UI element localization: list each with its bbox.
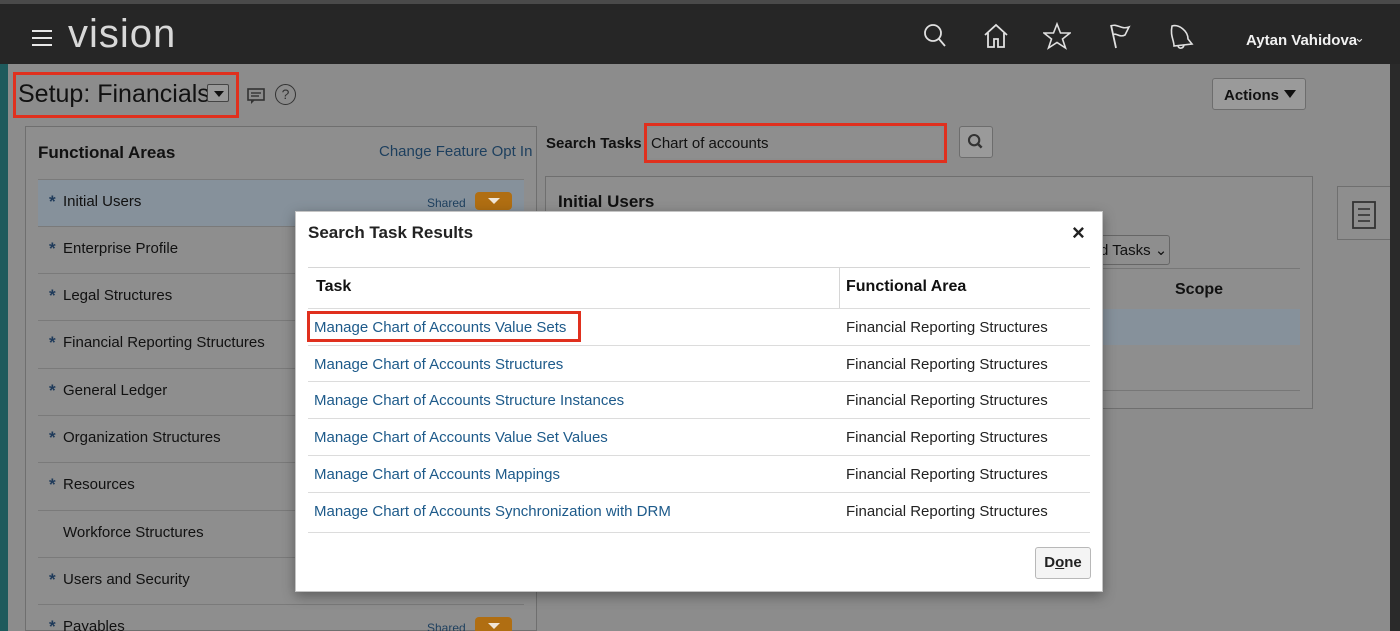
search-button[interactable] — [959, 126, 993, 158]
table-row: Manage Chart of Accounts Structure Insta… — [308, 381, 1090, 418]
table-divider — [1100, 268, 1300, 269]
table-row: Manage Chart of Accounts Structures Fina… — [308, 345, 1090, 382]
table-divider — [1100, 390, 1300, 391]
functional-area-cell: Financial Reporting Structures — [846, 392, 1048, 409]
shared-menu-button[interactable] — [475, 617, 512, 631]
search-icon[interactable] — [921, 22, 949, 50]
required-icon: * — [49, 286, 56, 305]
search-tasks-input[interactable] — [649, 128, 941, 158]
actions-button[interactable]: Actions — [1212, 78, 1306, 110]
functional-area-label: Financial Reporting Structures — [63, 334, 265, 351]
shared-label: Shared — [427, 196, 466, 210]
task-list-title: Initial Users — [558, 192, 655, 211]
table-row: Manage Chart of Accounts Value Set Value… — [308, 418, 1090, 455]
required-icon: * — [49, 475, 56, 494]
actions-label: Actions — [1224, 87, 1280, 104]
search-icon — [967, 133, 983, 149]
search-tasks-label: Search Tasks — [546, 135, 642, 152]
functional-area-label: Workforce Structures — [63, 524, 204, 541]
help-icon[interactable]: ? — [275, 84, 296, 105]
app-logo[interactable]: vision — [68, 12, 176, 57]
task-link[interactable]: Manage Chart of Accounts Synchronization… — [314, 503, 671, 520]
task-filter-value: d Tasks — [1100, 242, 1151, 259]
functional-area-label: Initial Users — [63, 193, 142, 210]
functional-areas-heading: Functional Areas — [38, 143, 176, 162]
star-icon[interactable] — [1041, 21, 1073, 50]
caret-down-icon — [1284, 90, 1296, 98]
functional-area-cell: Financial Reporting Structures — [846, 319, 1048, 336]
row-highlight — [307, 311, 581, 342]
functional-area-label: General Ledger — [63, 382, 168, 399]
left-edge-strip — [0, 0, 8, 631]
functional-area-label: Resources — [63, 476, 135, 493]
done-button[interactable]: Done — [1035, 547, 1091, 579]
required-icon: * — [49, 333, 56, 352]
table-row: Manage Chart of Accounts Synchronization… — [308, 492, 1090, 529]
close-icon[interactable]: × — [1072, 220, 1085, 246]
functional-area-cell: Financial Reporting Structures — [846, 429, 1048, 446]
flag-icon[interactable] — [1105, 22, 1133, 50]
page-title: Setup: Financials — [18, 80, 210, 108]
table-row: Manage Chart of Accounts Mappings Financ… — [308, 455, 1090, 492]
table-divider — [308, 532, 1090, 533]
shared-label: Shared — [427, 621, 466, 631]
title-dropdown-button[interactable] — [207, 84, 229, 102]
change-feature-opt-in-link[interactable]: Change Feature Opt In — [379, 143, 532, 160]
bell-icon[interactable] — [1166, 22, 1194, 50]
chevron-down-icon: ⌄ — [1150, 242, 1168, 259]
task-link[interactable]: Manage Chart of Accounts Structure Insta… — [314, 392, 624, 409]
required-icon: * — [49, 617, 56, 631]
task-link[interactable]: Manage Chart of Accounts Mappings — [314, 466, 560, 483]
hamburger-icon[interactable] — [32, 30, 52, 51]
functional-area-column-header[interactable]: Functional Area — [846, 278, 966, 296]
task-link[interactable]: Manage Chart of Accounts Value Set Value… — [314, 429, 608, 446]
required-icon: * — [49, 239, 56, 258]
functional-area-cell: Financial Reporting Structures — [846, 503, 1048, 520]
functional-area-label: Legal Structures — [63, 287, 173, 304]
functional-area-label: Enterprise Profile — [63, 240, 179, 257]
document-icon — [1352, 201, 1376, 229]
required-icon: * — [49, 570, 56, 589]
functional-area-payables[interactable]: * Payables Shared — [38, 604, 524, 631]
user-menu[interactable]: Aytan Vahidova — [1246, 32, 1357, 49]
search-task-results-dialog: Search Task Results × Task Functional Ar… — [295, 211, 1103, 592]
results-table: Task Functional Area Manage Chart of Acc… — [308, 267, 1090, 533]
required-icon: * — [49, 381, 56, 400]
task-link[interactable]: Manage Chart of Accounts Structures — [314, 356, 563, 373]
functional-area-label: Payables — [63, 618, 125, 631]
required-icon: * — [49, 428, 56, 447]
functional-area-cell: Financial Reporting Structures — [846, 466, 1048, 483]
chevron-down-icon[interactable]: ⌄ — [1354, 30, 1365, 46]
required-icon: * — [49, 192, 56, 211]
home-icon[interactable] — [982, 22, 1010, 50]
functional-area-label: Users and Security — [63, 571, 190, 588]
table-row[interactable] — [1100, 309, 1300, 345]
functional-area-cell: Financial Reporting Structures — [846, 356, 1048, 373]
scope-column-header: Scope — [1175, 281, 1224, 298]
shared-menu-button[interactable] — [475, 192, 512, 210]
dialog-title: Search Task Results — [308, 223, 474, 242]
done-label-mnemonic: o — [1055, 554, 1065, 571]
done-label-prefix: D — [1044, 554, 1056, 571]
side-panel-button[interactable] — [1337, 186, 1390, 240]
functional-area-label: Organization Structures — [63, 429, 221, 446]
scrollbar[interactable] — [1390, 64, 1400, 631]
done-label-suffix: ne — [1064, 554, 1082, 571]
task-column-header[interactable]: Task — [316, 278, 351, 296]
comments-icon[interactable] — [246, 84, 268, 106]
global-header: vision Aytan Vahidova ⌄ — [0, 0, 1400, 64]
column-divider — [839, 268, 840, 308]
